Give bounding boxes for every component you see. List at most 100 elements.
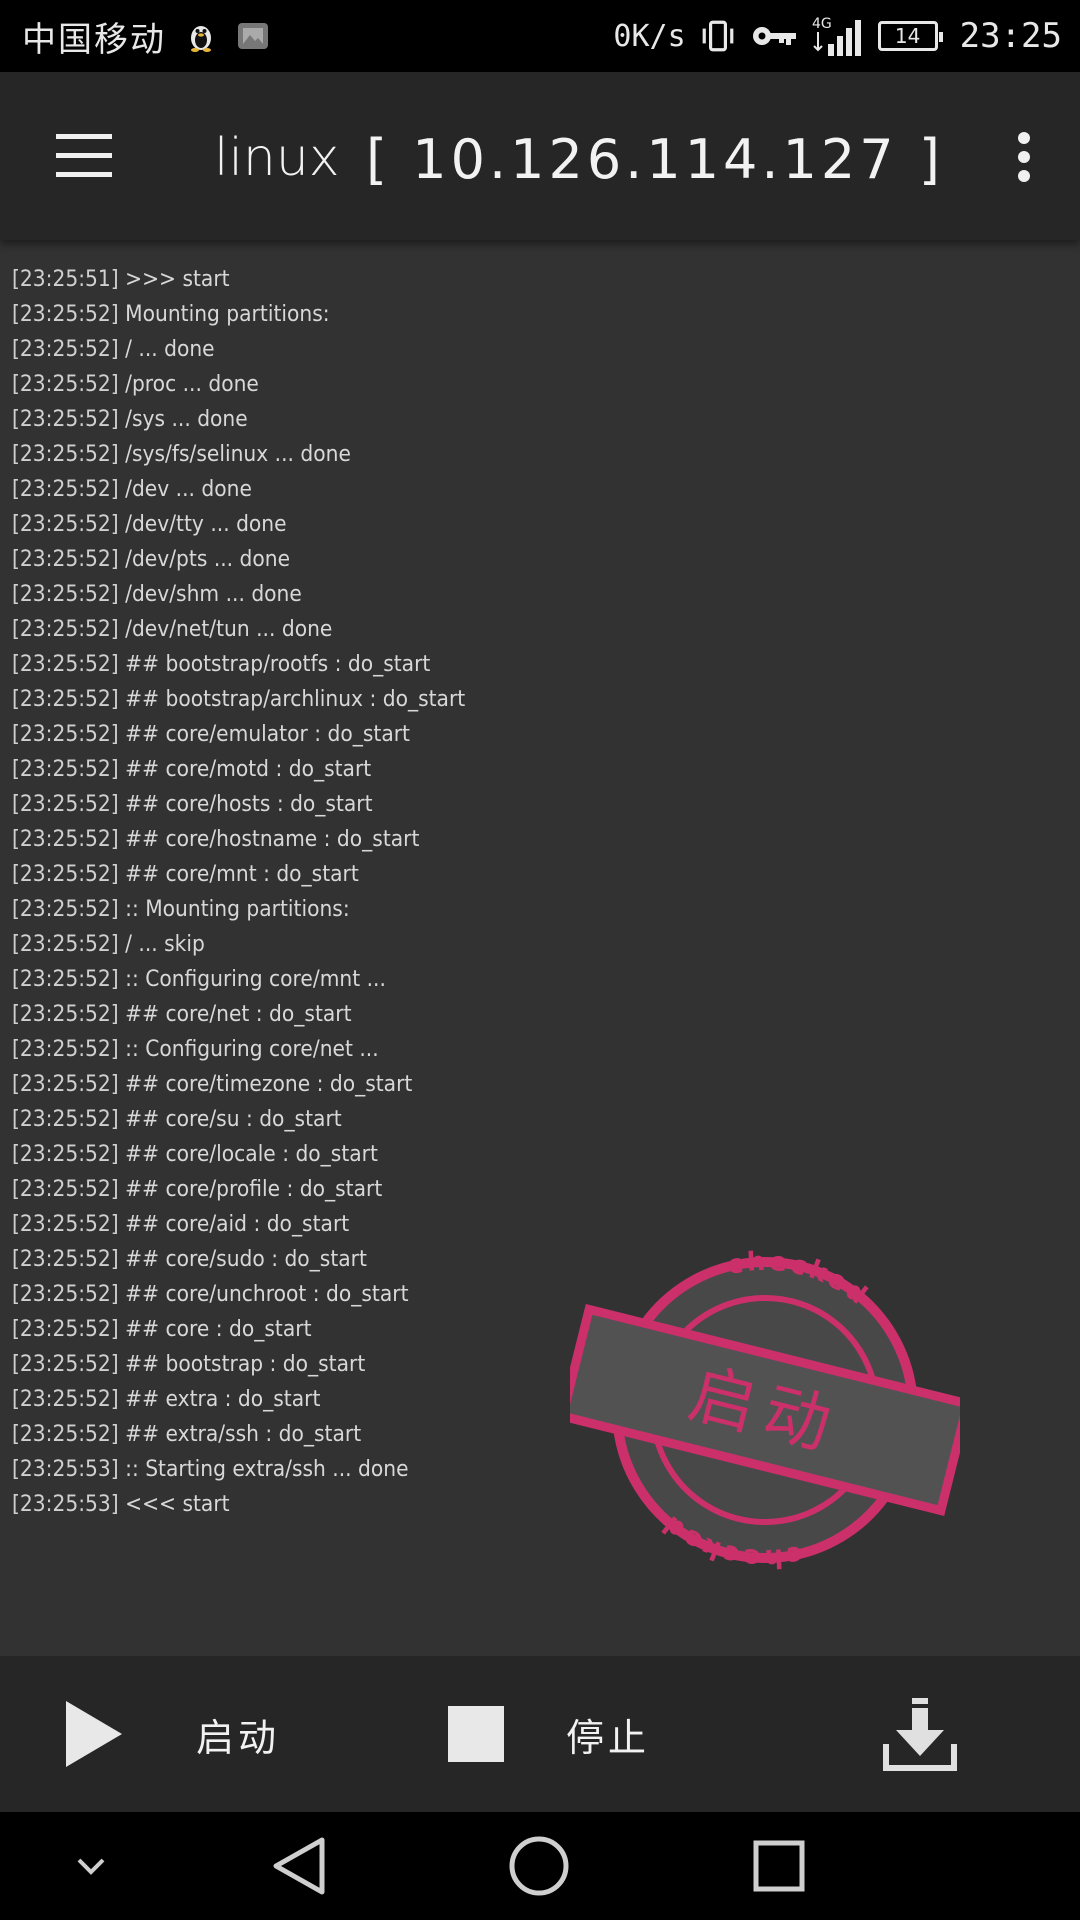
log-message: <<< start — [118, 1492, 230, 1517]
log-timestamp: [23:25:52] — [12, 512, 119, 537]
log-timestamp: [23:25:52] — [12, 792, 119, 817]
svg-text:checked: checked — [651, 1504, 812, 1575]
log-message: / ... done — [118, 337, 215, 362]
carrier-name: 中国移动 — [22, 19, 166, 60]
log-timestamp: [23:25:52] — [12, 1142, 119, 1167]
log-message: /proc ... done — [118, 372, 259, 397]
log-line: [23:25:52] /dev/tty ... done — [12, 507, 465, 542]
log-line: [23:25:51] >>> start — [12, 262, 465, 297]
log-message: ## core/profile : do_start — [118, 1177, 383, 1202]
log-timestamp: [23:25:52] — [12, 862, 119, 887]
log-line: [23:25:52] ## core/mnt : do_start — [12, 857, 465, 892]
log-timestamp: [23:25:52] — [12, 722, 119, 747]
log-message: ## core/unchroot : do_start — [118, 1282, 409, 1307]
app-bar: linux [ 10.126.114.127 ] — [0, 72, 1080, 240]
log-message: :: Starting extra/ssh ... done — [118, 1457, 409, 1482]
stamp-ring-text-bottom: checked — [651, 1504, 812, 1575]
log-line: [23:25:52] / ... done — [12, 332, 465, 367]
ip-address: [ 10.126.114.127 ] — [366, 128, 944, 191]
log-message: ## core/hostname : do_start — [118, 827, 420, 852]
log-timestamp: [23:25:52] — [12, 1422, 119, 1447]
qq-penguin-icon — [191, 26, 211, 52]
log-message: >>> start — [118, 267, 230, 292]
log-timestamp: [23:25:52] — [12, 1002, 119, 1027]
checked-stamp: checked checked 启动 — [570, 1245, 960, 1575]
log-message: ## core/timezone : do_start — [118, 1072, 413, 1097]
signal-icon: 4G — [812, 16, 861, 56]
log-line: [23:25:52] /sys/fs/selinux ... done — [12, 437, 465, 472]
status-bar: 中国移动 0K/s 4G 14 23:25 — [0, 0, 1080, 72]
status-bar-right: 0K/s 4G 14 23:25 — [613, 0, 1062, 72]
log-message: Mounting partitions: — [118, 302, 330, 327]
vibrate-icon — [702, 20, 733, 52]
log-timestamp: [23:25:52] — [12, 1107, 119, 1132]
log-timestamp: [23:25:52] — [12, 652, 119, 677]
chevron-down-icon[interactable] — [36, 1812, 146, 1920]
log-line: [23:25:52] ## extra/ssh : do_start — [12, 1417, 465, 1452]
log-message: ## core/sudo : do_start — [118, 1247, 367, 1272]
log-message: ## core/hosts : do_start — [118, 792, 373, 817]
log-timestamp: [23:25:52] — [12, 302, 119, 327]
log-timestamp: [23:25:52] — [12, 1212, 119, 1237]
log-message: :: Configuring core/mnt ... — [118, 967, 386, 992]
log-line: [23:25:52] /sys ... done — [12, 402, 465, 437]
log-message: ## extra/ssh : do_start — [118, 1422, 362, 1447]
log-line: [23:25:52] ## core : do_start — [12, 1312, 465, 1347]
log-message: ## bootstrap : do_start — [118, 1352, 366, 1377]
log-message: ## bootstrap/archlinux : do_start — [118, 687, 466, 712]
log-line: [23:25:52] /dev ... done — [12, 472, 465, 507]
home-circle-icon[interactable] — [484, 1812, 594, 1920]
log-line: [23:25:52] ## core/sudo : do_start — [12, 1242, 465, 1277]
log-message: ## core/aid : do_start — [118, 1212, 350, 1237]
log-timestamp: [23:25:52] — [12, 547, 119, 572]
back-triangle-icon[interactable] — [246, 1812, 356, 1920]
log-line: [23:25:52] ## bootstrap/rootfs : do_star… — [12, 647, 465, 682]
log-timestamp: [23:25:52] — [12, 617, 119, 642]
download-icon[interactable] — [880, 1694, 960, 1774]
log-line: [23:25:52] ## core/unchroot : do_start — [12, 1277, 465, 1312]
log-timestamp: [23:25:53] — [12, 1492, 119, 1517]
log-line: [23:25:52] ## core/hosts : do_start — [12, 787, 465, 822]
log-line: [23:25:52] /dev/pts ... done — [12, 542, 465, 577]
network-type-label: 4G — [812, 16, 832, 32]
log-line: [23:25:52] ## core/su : do_start — [12, 1102, 465, 1137]
app-title: linux — [214, 128, 340, 188]
battery-icon: 14 — [877, 21, 943, 51]
start-label: 启动 — [196, 1715, 281, 1760]
recents-square-icon[interactable] — [724, 1812, 834, 1920]
log-timestamp: [23:25:52] — [12, 1387, 119, 1412]
log-line: [23:25:52] ## core/motd : do_start — [12, 752, 465, 787]
log-line: [23:25:52] :: Configuring core/net ... — [12, 1032, 465, 1067]
log-line: [23:25:52] / ... skip — [12, 927, 465, 962]
log-console[interactable]: [23:25:51] >>> start [23:25:52] Mounting … — [0, 240, 1080, 1656]
log-message: ## extra : do_start — [118, 1387, 321, 1412]
battery-level: 14 — [894, 24, 921, 48]
log-timestamp: [23:25:52] — [12, 407, 119, 432]
status-bar-left: 中国移动 — [22, 0, 270, 72]
stop-label: 停止 — [566, 1715, 651, 1760]
log-timestamp: [23:25:52] — [12, 757, 119, 782]
log-timestamp: [23:25:52] — [12, 372, 119, 397]
stamp-ring-text: checked — [718, 1245, 879, 1316]
vpn-key-icon — [752, 27, 796, 45]
log-message: ## core/emulator : do_start — [118, 722, 411, 747]
log-line: [23:25:52] ## core/timezone : do_start — [12, 1067, 465, 1102]
more-vert-icon[interactable] — [1016, 132, 1032, 182]
gallery-icon — [238, 23, 268, 49]
log-message: :: Mounting partitions: — [118, 897, 350, 922]
hamburger-menu-icon[interactable] — [56, 134, 112, 178]
log-timestamp: [23:25:52] — [12, 1317, 119, 1342]
log-message: ## core/locale : do_start — [118, 1142, 378, 1167]
start-button[interactable]: 启动 — [64, 1656, 280, 1812]
log-message: ## core/mnt : do_start — [118, 862, 359, 887]
log-timestamp: [23:25:52] — [12, 442, 119, 467]
log-timestamp: [23:25:52] — [12, 337, 119, 362]
control-bar: 启动 停止 — [0, 1656, 1080, 1812]
log-line: [23:25:52] :: Configuring core/mnt ... — [12, 962, 465, 997]
log-line: [23:25:52] ## bootstrap/archlinux : do_s… — [12, 682, 465, 717]
log-line: [23:25:52] Mounting partitions: — [12, 297, 465, 332]
stop-button[interactable]: 停止 — [448, 1656, 650, 1812]
log-message: ## core/net : do_start — [118, 1002, 352, 1027]
play-icon — [66, 1701, 122, 1767]
log-timestamp: [23:25:52] — [12, 932, 119, 957]
